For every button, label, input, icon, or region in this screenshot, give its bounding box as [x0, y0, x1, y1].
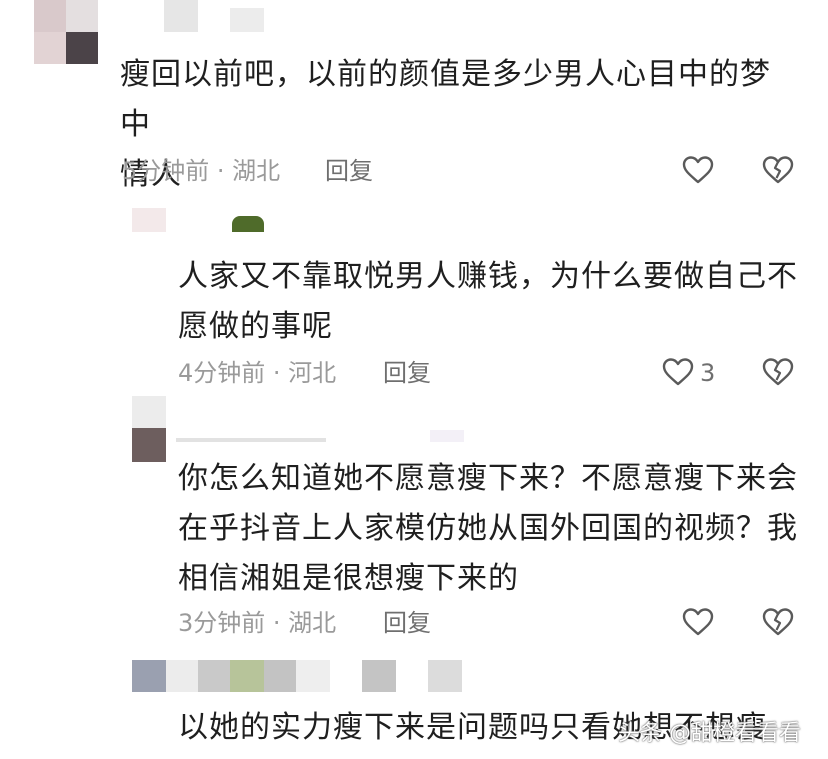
username[interactable]: [164, 0, 274, 32]
username[interactable]: [232, 212, 264, 232]
reply-button[interactable]: 回复: [325, 156, 373, 186]
meta-separator: ·: [209, 157, 233, 185]
comment-time: 4分钟前: [178, 359, 266, 387]
broken-heart-icon[interactable]: [761, 355, 795, 389]
heart-outline-icon[interactable]: [681, 605, 715, 639]
watermark: 头条 @甜橙看看看: [618, 721, 801, 746]
meta-separator: ·: [265, 609, 289, 637]
comment-time: 3分钟前: [178, 609, 266, 637]
comment-meta: 3分钟前 · 湖北: [178, 608, 336, 638]
comment-meta: 5分钟前 · 湖北: [122, 156, 280, 186]
comment-text: 人家又不靠取悦男人赚钱，为什么要做自己不 愿做的事呢: [178, 259, 798, 344]
reply-button[interactable]: 回复: [383, 608, 431, 638]
broken-heart-icon[interactable]: [761, 605, 795, 639]
comment-location: 湖北: [232, 157, 281, 185]
heart-outline-icon[interactable]: [681, 153, 715, 187]
broken-heart-icon[interactable]: [761, 153, 795, 187]
avatar[interactable]: [34, 0, 98, 64]
meta-separator: ·: [265, 359, 289, 387]
comment-meta: 4分钟前 · 河北: [178, 358, 336, 388]
like-count: 3: [700, 359, 716, 387]
username[interactable]: [176, 430, 466, 444]
comment-thread: 瘦回以前吧，以前的颜值是多少男人心目中的梦中 情人 5分钟前 · 湖北 回复 人…: [0, 0, 828, 759]
avatar[interactable]: [132, 396, 166, 462]
heart-outline-icon[interactable]: [661, 355, 695, 389]
comment-location: 河北: [288, 359, 337, 387]
avatar[interactable]: [132, 208, 166, 232]
reply-button[interactable]: 回复: [383, 358, 431, 388]
username[interactable]: [132, 660, 462, 692]
comment-text: 你怎么知道她不愿意瘦下来？不愿意瘦下来会 在乎抖音上人家模仿她从国外回国的视频？…: [178, 461, 798, 596]
comment-time: 5分钟前: [122, 157, 210, 185]
comment-location: 湖北: [288, 609, 337, 637]
